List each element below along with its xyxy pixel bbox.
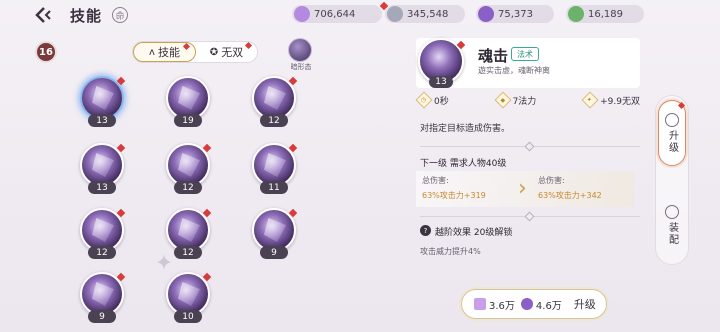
skill-level: 13: [88, 114, 116, 127]
next-damage-label: 总伤害:: [538, 176, 565, 185]
skill-level: 13: [88, 181, 116, 194]
cost-value: 3.6万: [489, 300, 515, 312]
skill-level: 12: [88, 246, 116, 259]
skill-slot[interactable]: 19: [166, 76, 210, 132]
stat-value: 0秒: [434, 96, 449, 107]
advance-effect-title: 越阶效果 20级解锁: [435, 228, 513, 238]
dark-form-label: 暗形态: [290, 63, 312, 71]
resource-spirit-jade[interactable]: 706,644: [292, 1, 389, 23]
skill-level: 9: [260, 246, 288, 259]
resource-soul-crystal[interactable]: 75,373: [476, 5, 554, 23]
cooldown-stat: ◷ 0秒: [415, 91, 449, 109]
resource-value: 706,644: [314, 8, 356, 20]
dark-form-toggle[interactable]: [288, 38, 312, 62]
skill-slot[interactable]: 9: [80, 272, 126, 328]
upgrade-icon: [665, 112, 679, 127]
jade-icon: [568, 6, 584, 22]
stat-value: 7法力: [512, 96, 537, 107]
musou-gain-stat: ✦ +9.9无双: [581, 91, 640, 109]
skill-subtitle: 遊实击虚，魂断神离: [478, 66, 550, 75]
cost-spirit-jade: 3.6万: [474, 297, 515, 312]
spirit-jade-icon: [474, 298, 486, 310]
silver-coin-icon: [387, 6, 403, 22]
equip-icon: [665, 204, 679, 219]
arrow-right-icon: ›: [518, 176, 527, 201]
skill-slot[interactable]: 12: [252, 76, 298, 132]
cost-soul-crystal: 4.6万: [520, 297, 562, 312]
resource-jade[interactable]: 16,189: [566, 5, 644, 23]
resource-value: 345,548: [407, 8, 449, 20]
mana-icon: ◆: [494, 91, 512, 109]
help-icon[interactable]: ?: [420, 225, 431, 236]
next-level-title: 下一级 需求人物40级: [420, 159, 507, 169]
skill-description: 对指定目标造成伤害。: [420, 124, 511, 134]
divider: [420, 211, 640, 222]
character-level-badge: 16: [35, 41, 57, 63]
soul-crystal-icon: [478, 6, 494, 22]
resource-silver[interactable]: 345,548: [385, 5, 465, 23]
tab-label: 无双: [221, 46, 244, 59]
skill-level: 12: [174, 181, 202, 194]
resource-value: 16,189: [588, 8, 623, 20]
skill-slot[interactable]: 10: [166, 272, 212, 328]
notification-dot: [182, 42, 191, 51]
musou-icon: ✪: [209, 46, 219, 58]
tab-musou[interactable]: ✪ 无双: [196, 41, 257, 62]
musou-icon: ✦: [581, 91, 599, 109]
skill-name: 魂击: [478, 47, 509, 65]
selected-skill-icon: 13: [418, 38, 466, 88]
fate-icon[interactable]: 命: [112, 7, 128, 23]
side-tab-equip[interactable]: 装配: [658, 192, 686, 258]
skill-tabs: ᴧ 技能 ✪ 无双: [132, 41, 258, 63]
skill-level: 9: [88, 310, 116, 323]
skill-slot[interactable]: 11: [252, 143, 298, 199]
side-tab-label: 升级: [666, 129, 678, 154]
selected-skill-level: 13: [429, 76, 453, 88]
resource-value: 75,373: [498, 8, 533, 20]
current-damage-value: 63%攻击力+319: [422, 191, 486, 200]
notification-dot: [244, 41, 253, 50]
skill-slot[interactable]: 12: [166, 143, 212, 199]
skill-slot[interactable]: 9: [252, 208, 298, 264]
skill-slot[interactable]: 12: [80, 208, 126, 264]
side-tab-label: 装配: [666, 221, 678, 246]
skill-level: 12: [260, 114, 288, 127]
current-damage-label: 总伤害:: [422, 176, 449, 185]
skills-icon: ᴧ: [149, 46, 155, 58]
tab-label: 技能: [157, 46, 180, 59]
advance-effect-desc: 攻击威力提升4%: [420, 247, 481, 256]
page-title: 技能: [70, 7, 103, 25]
skill-stats: ◷ 0秒 ◆ 7法力 ✦ +9.9无双: [415, 91, 640, 109]
tab-skills[interactable]: ᴧ 技能: [133, 42, 196, 62]
skill-level: 19: [174, 114, 202, 127]
skill-slot[interactable]: 13: [80, 76, 126, 132]
upgrade-label: 升级: [573, 298, 596, 311]
soul-crystal-icon: [520, 298, 533, 310]
mana-cost-stat: ◆ 7法力: [494, 91, 537, 109]
next-damage-value: 63%攻击力+342: [538, 191, 602, 200]
skill-slot[interactable]: 13: [80, 143, 126, 199]
stat-value: +9.9无双: [600, 96, 640, 107]
skill-level: 12: [174, 246, 202, 259]
skill-level: 10: [174, 310, 202, 323]
spirit-jade-icon: [294, 6, 310, 22]
divider: [420, 141, 640, 152]
cost-value: 4.6万: [535, 300, 562, 312]
skill-level: 11: [260, 181, 288, 194]
skill-type-badge: 法术: [511, 47, 539, 61]
back-icon[interactable]: [34, 6, 56, 24]
top-bar: 技能 命 706,644 345,548 75,373 16,189: [0, 0, 720, 30]
upgrade-button[interactable]: 3.6万 4.6万 升级: [461, 289, 607, 319]
side-tab-upgrade[interactable]: 升级: [658, 100, 686, 166]
cooldown-icon: ◷: [415, 91, 433, 109]
